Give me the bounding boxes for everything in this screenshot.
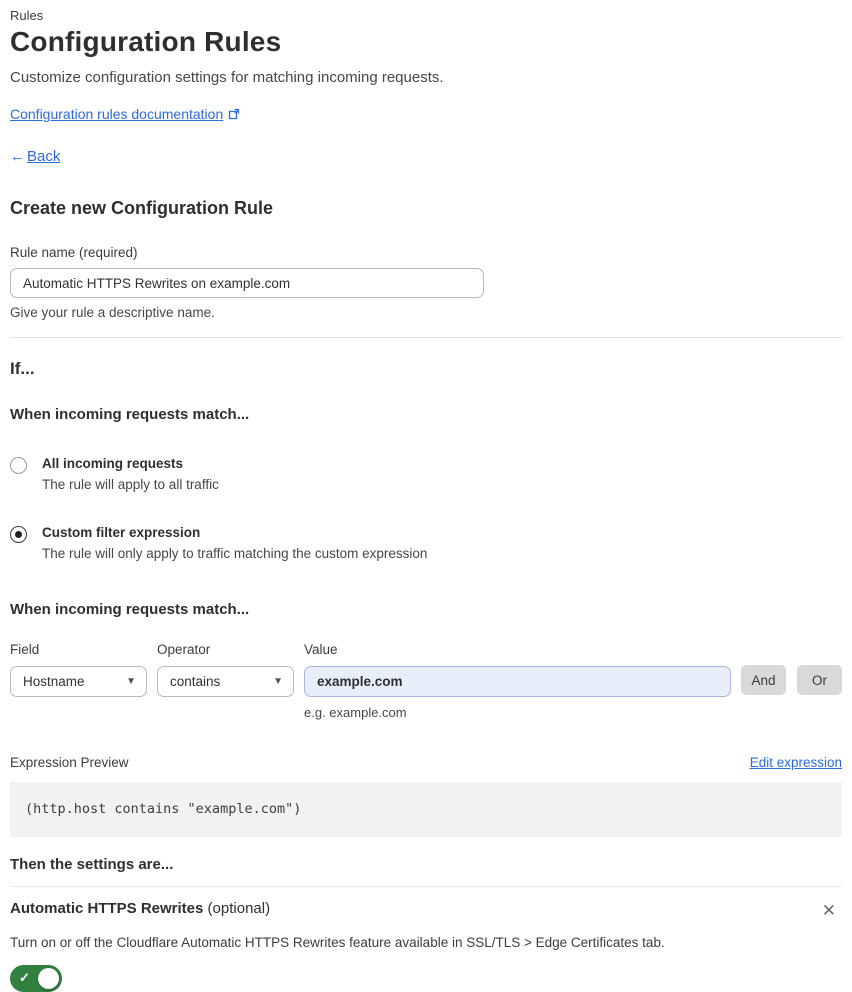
expression-builder-heading: When incoming requests match... [10,601,250,618]
operator-column: Operator contains ▼ [157,642,294,720]
radio-all-requests-description: The rule will apply to all traffic [42,477,219,492]
chevron-down-icon: ▼ [126,676,136,687]
chevron-down-icon: ▼ [273,676,283,687]
radio-all-requests-texts: All incoming requests The rule will appl… [42,456,219,492]
operator-select[interactable]: contains ▼ [157,666,294,697]
section-divider [10,337,842,338]
and-button[interactable]: And [741,665,786,695]
documentation-link-row: Configuration rules documentation [10,106,842,122]
value-hint: e.g. example.com [304,705,407,720]
field-select-value: Hostname [23,674,85,689]
then-settings-heading: Then the settings are... [10,856,174,873]
expression-preview-label: Expression Preview [10,755,129,770]
external-link-icon [228,108,240,120]
field-column: Field Hostname ▼ [10,642,147,720]
radio-option-custom-filter[interactable]: Custom filter expression The rule will o… [10,525,842,561]
setting-description: Turn on or off the Cloudflare Automatic … [10,935,665,950]
rule-name-input[interactable] [10,268,484,298]
value-label: Value [304,642,338,657]
check-icon: ✓ [19,970,30,985]
match-heading: When incoming requests match... [10,406,250,423]
expression-builder-row: Field Hostname ▼ Operator contains ▼ Val… [10,642,842,720]
radio-custom-filter[interactable] [10,526,27,543]
page-title: Configuration Rules [10,26,282,57]
edit-expression-link[interactable]: Edit expression [750,755,842,770]
documentation-link[interactable]: Configuration rules documentation [10,106,223,122]
breadcrumb: Rules [10,8,44,23]
radio-custom-filter-label: Custom filter expression [42,525,201,540]
expression-preview-code: (http.host contains "example.com") [10,782,842,837]
if-heading: If... [10,359,35,378]
back-arrow-icon: ← [10,148,25,165]
or-button[interactable]: Or [797,665,842,695]
field-label: Field [10,642,40,657]
radio-custom-filter-description: The rule will only apply to traffic matc… [42,546,428,561]
radio-all-requests[interactable] [10,457,27,474]
toggle-knob[interactable] [38,968,59,989]
value-input[interactable] [304,666,731,697]
setting-header: Automatic HTTPS Rewrites (optional) ✕ [10,900,842,921]
operator-label: Operator [157,642,211,657]
https-rewrites-toggle[interactable]: ✓ [10,965,62,992]
close-icon[interactable]: ✕ [816,900,842,921]
rule-name-help: Give your rule a descriptive name. [10,305,215,320]
expression-preview-row: Expression Preview Edit expression [10,755,842,770]
page-subtitle: Customize configuration settings for mat… [10,69,444,86]
https-rewrites-setting-card: Automatic HTTPS Rewrites (optional) ✕ Tu… [10,886,842,992]
connector-buttons: And Or [741,642,842,720]
setting-title: Automatic HTTPS Rewrites (optional) [10,900,270,917]
configuration-rules-page: Rules Configuration Rules Customize conf… [0,0,852,992]
radio-option-all-requests[interactable]: All incoming requests The rule will appl… [10,456,842,492]
create-rule-heading: Create new Configuration Rule [10,198,274,218]
field-select[interactable]: Hostname ▼ [10,666,147,697]
setting-optional-tag: (optional) [207,900,271,917]
back-row: ← Back [10,148,842,165]
radio-custom-filter-texts: Custom filter expression The rule will o… [42,525,427,561]
radio-all-requests-label: All incoming requests [42,456,184,471]
back-link[interactable]: Back [27,148,60,165]
setting-name: Automatic HTTPS Rewrites [10,900,204,917]
operator-select-value: contains [170,674,221,689]
value-column: Value e.g. example.com [304,642,731,720]
rule-name-label: Rule name (required) [10,245,138,260]
